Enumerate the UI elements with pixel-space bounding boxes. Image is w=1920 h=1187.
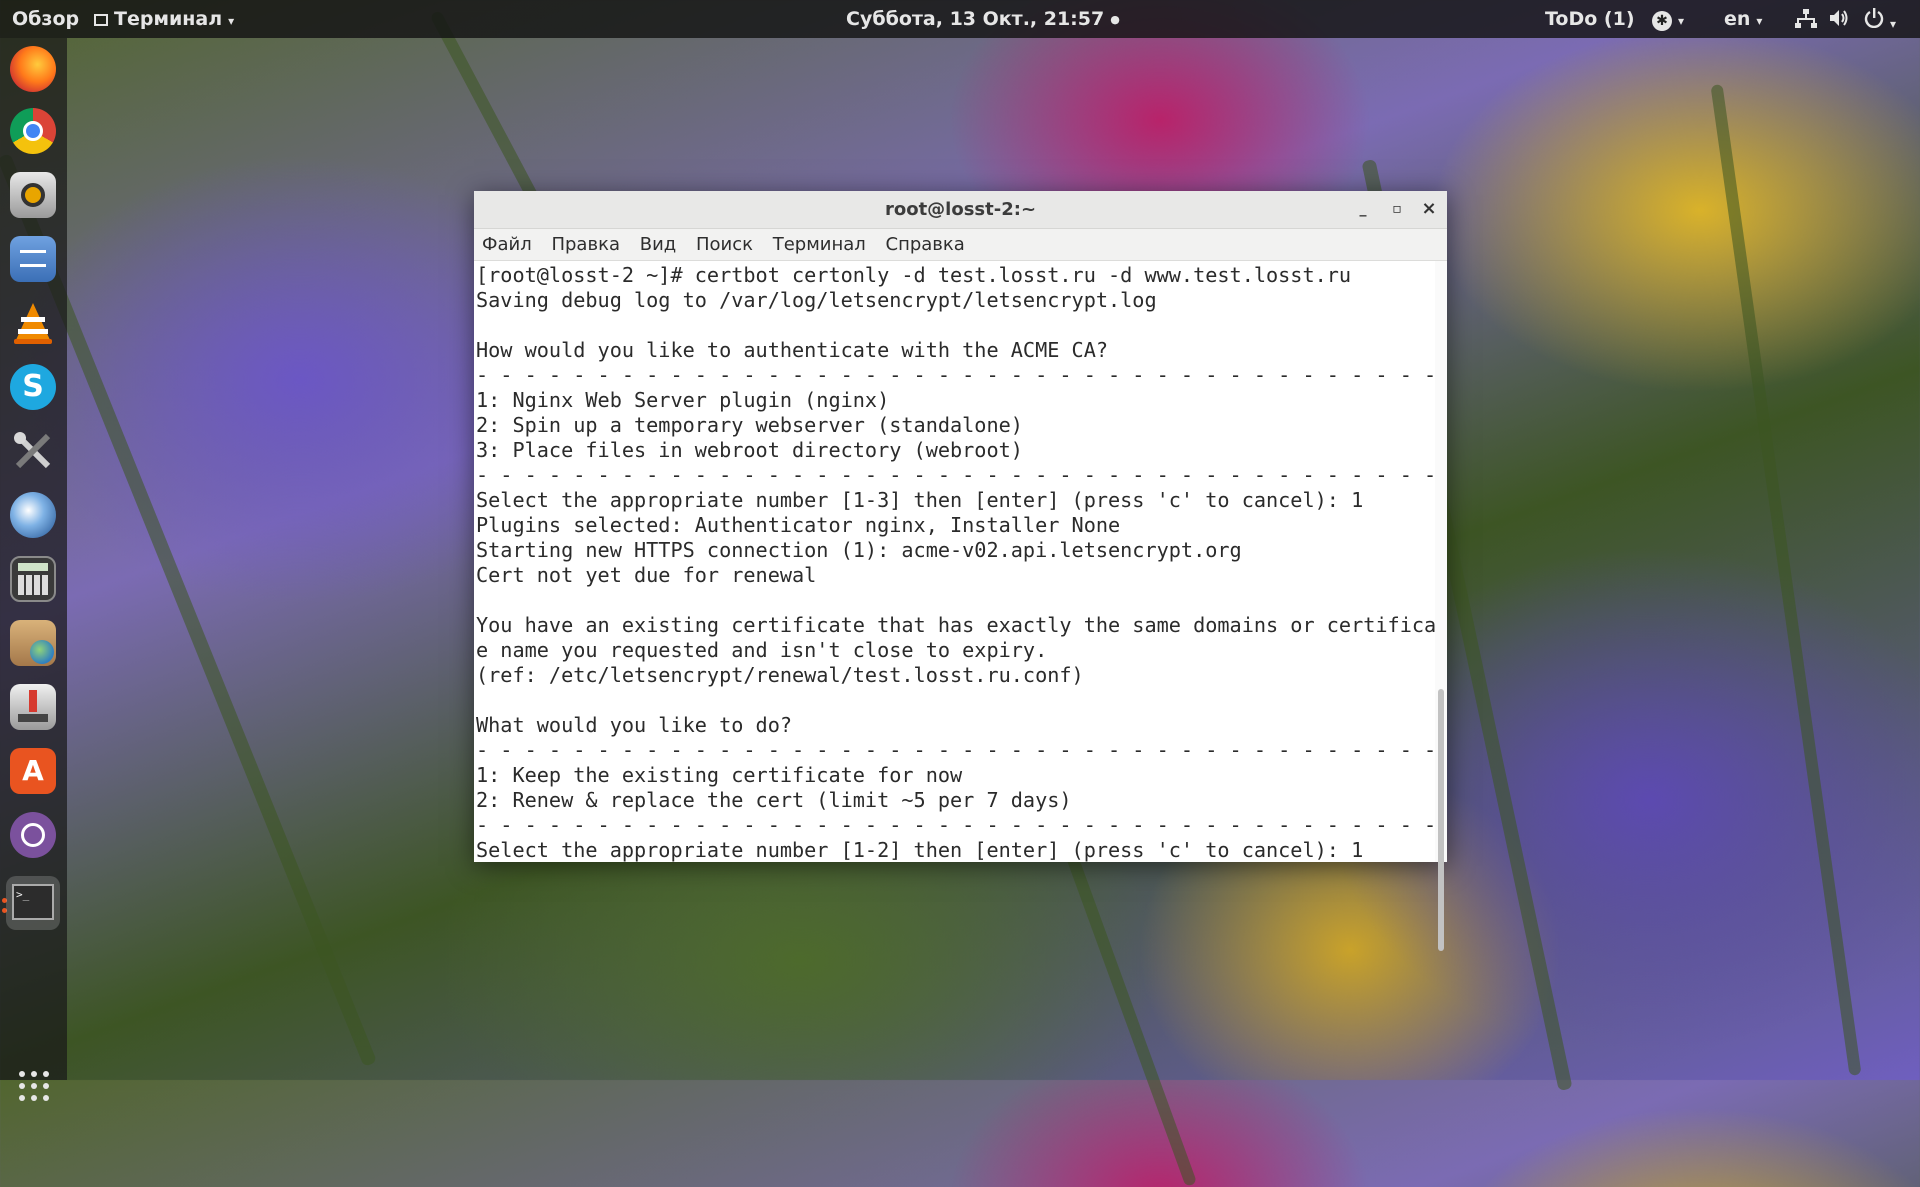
terminal-line: Cert not yet due for renewal [476, 563, 817, 587]
chevron-down-icon: ▾ [1678, 14, 1685, 28]
top-bar: Обзор Терминал ▾ Суббота, 13 Окт., 21:57 ●… [0, 0, 1920, 38]
wallpaper-stem [1710, 84, 1862, 1076]
window-titlebar[interactable]: root@losst-2:~ _ ▫ × [474, 191, 1447, 229]
system-tools-icon[interactable] [10, 428, 56, 474]
calculator-icon[interactable] [10, 556, 56, 602]
terminal-icon[interactable]: >_ [6, 876, 60, 930]
terminal-line: Select the appropriate number [1-3] then… [476, 488, 1364, 512]
terminal-line: Plugins selected: Authenticator nginx, I… [476, 513, 1121, 537]
skype-icon[interactable]: S [10, 364, 56, 410]
terminal-window: root@losst-2:~ _ ▫ × Файл Правка Вид Пои… [474, 191, 1447, 951]
firefox-icon[interactable] [10, 46, 56, 92]
menu-help[interactable]: Справка [886, 229, 965, 260]
chrome-icon[interactable] [10, 108, 56, 154]
terminal-line: 2: Renew & replace the cert (limit ~5 pe… [476, 788, 1072, 812]
terminal-line: What would you like to do? [476, 713, 793, 737]
activities-button[interactable]: Обзор [12, 8, 79, 30]
terminal-line: (ref: /etc/letsencrypt/renewal/test.loss… [476, 663, 1084, 687]
menu-file[interactable]: Файл [482, 229, 532, 260]
minimize-button[interactable]: _ [1351, 197, 1375, 221]
power-icon [1864, 8, 1884, 29]
clock-label: Суббота, 13 Окт., 21:57 [846, 8, 1105, 30]
notification-dot-icon: ● [1110, 13, 1120, 26]
accessibility-menu[interactable]: ✱ ▾ [1652, 8, 1684, 31]
menu-bar: Файл Правка Вид Поиск Терминал Справка [474, 229, 1447, 261]
power-menu[interactable]: ▾ [1864, 8, 1896, 33]
maximize-button[interactable]: ▫ [1385, 197, 1409, 221]
terminal-line: e name you requested and isn't close to … [476, 638, 1048, 662]
terminal-line: - - - - - - - - - - - - - - - - - - - - … [476, 738, 1435, 762]
terminal-scrollbar-thumb[interactable] [1438, 689, 1444, 951]
terminal-line: - - - - - - - - - - - - - - - - - - - - … [476, 363, 1435, 387]
rhythmbox-icon[interactable] [10, 172, 56, 218]
menu-edit[interactable]: Правка [551, 229, 620, 260]
menu-view[interactable]: Вид [640, 229, 677, 260]
viber-icon[interactable] [10, 812, 56, 858]
accessibility-icon: ✱ [1652, 11, 1672, 31]
language-label: en [1724, 8, 1751, 30]
menu-search[interactable]: Поиск [696, 229, 753, 260]
terminal-line: 2: Spin up a temporary webserver (standa… [476, 413, 1023, 437]
chevron-down-icon: ▾ [1890, 17, 1897, 31]
terminal-line: You have an existing certificate that ha… [476, 613, 1435, 637]
terminal-line: How would you like to authenticate with … [476, 338, 1109, 362]
files-icon[interactable] [10, 236, 56, 282]
chevron-down-icon: ▾ [1756, 14, 1763, 28]
language-menu[interactable]: en ▾ [1724, 8, 1762, 30]
terminal-line: 1: Keep the existing certificate for now [476, 763, 963, 787]
terminal-line: Starting new HTTPS connection (1): acme-… [476, 538, 1242, 562]
terminal-output[interactable]: [root@losst-2 ~]# certbot certonly -d te… [474, 261, 1435, 862]
terminal-line: Saving debug log to /var/log/letsencrypt… [476, 288, 1157, 312]
terminal-line: - - - - - - - - - - - - - - - - - - - - … [476, 813, 1435, 837]
app-menu[interactable]: Терминал ▾ [94, 8, 234, 30]
file-manager-globe-icon[interactable] [10, 620, 56, 666]
terminal-small-icon [94, 14, 108, 26]
network-icon[interactable] [1795, 8, 1817, 33]
volume-icon[interactable] [1828, 8, 1850, 33]
chevron-down-icon: ▾ [228, 14, 235, 28]
menu-terminal[interactable]: Терминал [773, 229, 866, 260]
install-tool-icon[interactable] [10, 684, 56, 730]
todo-indicator[interactable]: ToDo (1) [1545, 8, 1635, 30]
terminal-line: 1: Nginx Web Server plugin (nginx) [476, 388, 890, 412]
app-menu-label: Терминал [114, 8, 223, 30]
show-applications-icon[interactable] [19, 1071, 49, 1101]
dock: S A >_ [0, 38, 67, 1101]
terminal-line: 3: Place files in webroot directory (web… [476, 438, 1023, 462]
close-button[interactable]: × [1417, 197, 1441, 221]
terminal-line: Select the appropriate number [1-2] then… [476, 838, 1364, 862]
window-title: root@losst-2:~ [884, 199, 1037, 220]
software-center-icon[interactable]: A [10, 748, 56, 794]
terminal-line: [root@losst-2 ~]# certbot certonly -d te… [476, 263, 1352, 287]
terminal-line: - - - - - - - - - - - - - - - - - - - - … [476, 463, 1435, 487]
thunderbird-icon[interactable] [10, 492, 56, 538]
clock[interactable]: Суббота, 13 Окт., 21:57 ● [846, 8, 1120, 30]
vlc-icon[interactable] [10, 300, 56, 346]
